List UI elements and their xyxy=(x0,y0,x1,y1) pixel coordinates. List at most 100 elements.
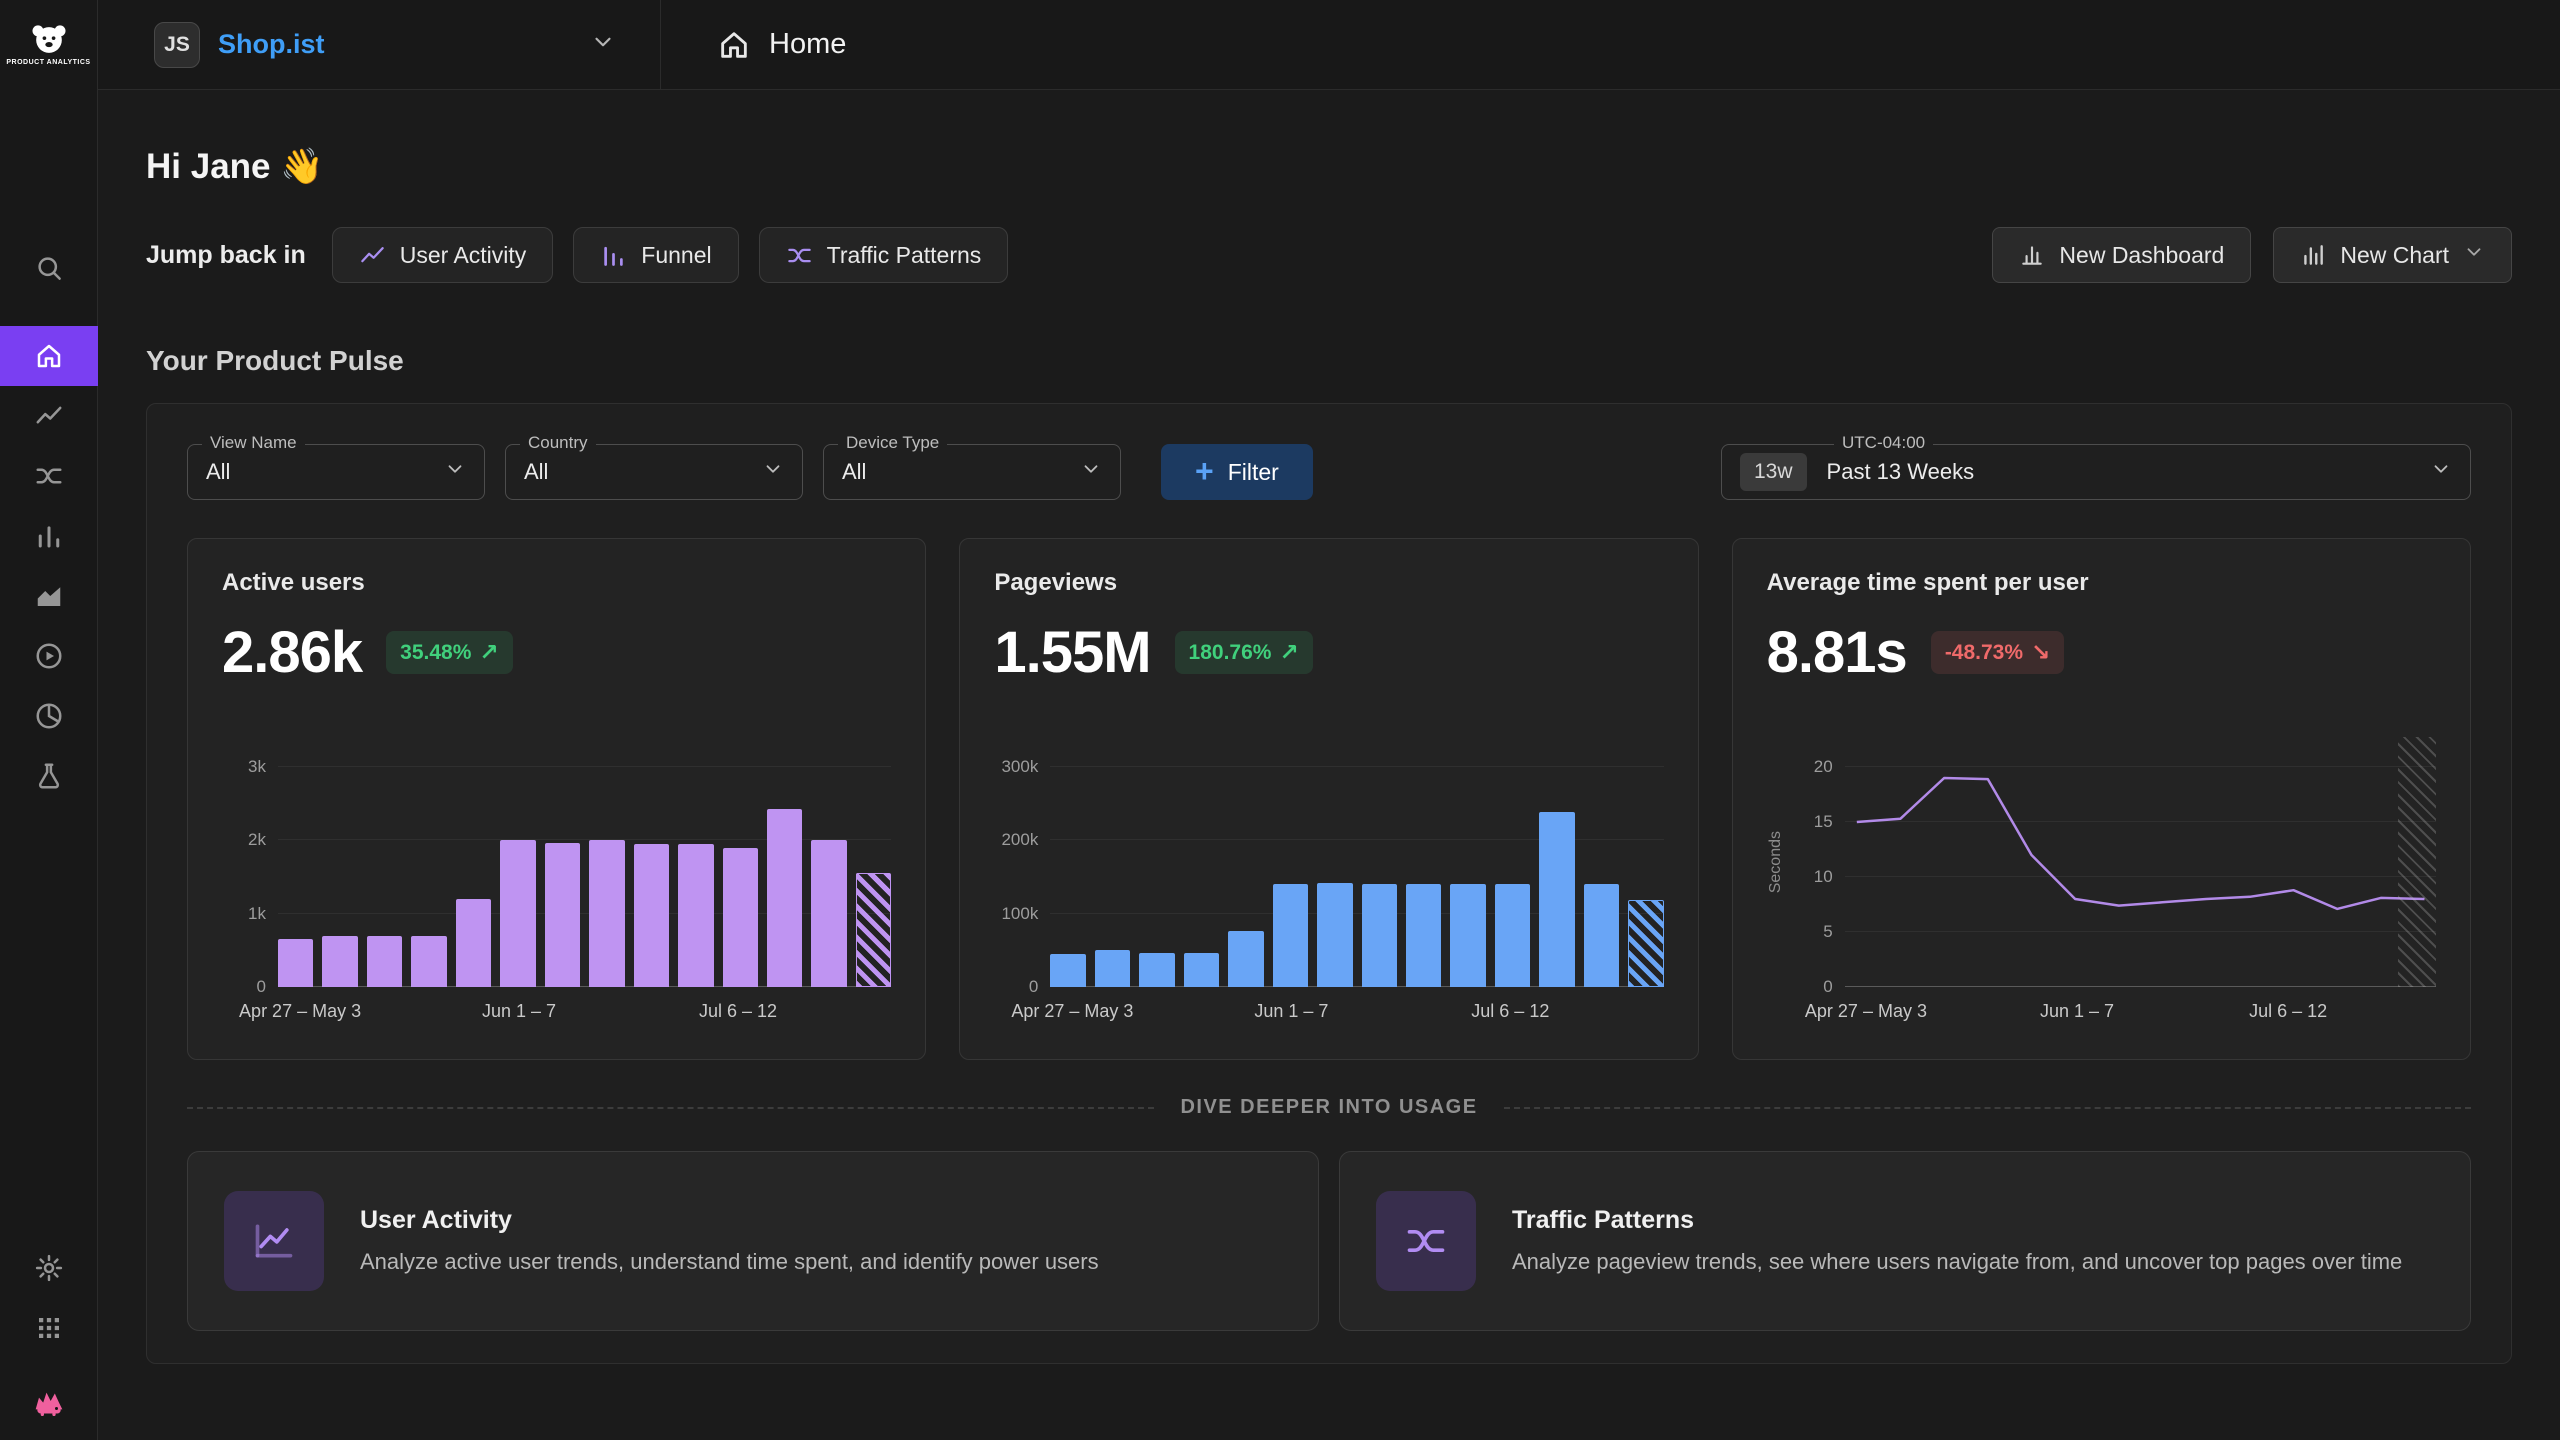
sidebar-item-recordings[interactable] xyxy=(0,626,98,686)
plus-icon: + xyxy=(1195,455,1214,487)
sidebar-item-bar-charts[interactable] xyxy=(0,506,98,566)
sidebar-apps-button[interactable] xyxy=(0,1298,98,1358)
metric-value: 1.55M xyxy=(994,619,1150,686)
bar xyxy=(1406,884,1441,987)
delta-badge: 180.76%↗ xyxy=(1175,631,1313,674)
pill-user-activity[interactable]: User Activity xyxy=(332,227,554,283)
delta-badge: 35.48%↗ xyxy=(386,631,513,674)
bar xyxy=(1273,884,1308,987)
bar xyxy=(278,939,313,987)
trend-up-arrow-icon: ↗ xyxy=(1279,639,1298,666)
date-range-select[interactable]: UTC-04:00 13w Past 13 Weeks xyxy=(1721,444,2471,500)
hedgehog-avatar-icon xyxy=(29,1381,69,1421)
project-badge: JS xyxy=(154,22,200,68)
new-dashboard-label: New Dashboard xyxy=(2059,242,2224,269)
line-series xyxy=(1845,737,2436,987)
bar xyxy=(367,936,402,987)
metric-card-avg-time[interactable]: Average time spent per user 8.81s -48.73… xyxy=(1732,538,2471,1060)
project-selector[interactable]: JS Shop.ist xyxy=(98,0,661,89)
chart-y-axis: 01k2k3k xyxy=(222,737,278,987)
home-icon xyxy=(34,341,64,371)
bar xyxy=(545,843,580,987)
chart-plot-area xyxy=(278,737,891,987)
country-select[interactable]: Country All xyxy=(505,444,803,500)
country-value: All xyxy=(524,459,548,485)
trend-up-arrow-icon: ↗ xyxy=(479,639,498,666)
bar xyxy=(322,936,357,987)
filter-row: View Name All Country All xyxy=(187,444,2471,500)
pie-chart-icon xyxy=(34,701,64,731)
chart-x-axis: Apr 27 – May 3Jun 1 – 7Jul 6 – 12 xyxy=(1050,987,1663,1029)
sidebar-item-trends[interactable] xyxy=(0,386,98,446)
section-title-product-pulse: Your Product Pulse xyxy=(146,345,2512,377)
new-chart-button[interactable]: New Chart xyxy=(2273,227,2512,283)
add-filter-label: Filter xyxy=(1228,459,1279,486)
add-filter-button[interactable]: + Filter xyxy=(1161,444,1313,500)
funnel-bars-icon xyxy=(600,242,627,269)
device-type-label: Device Type xyxy=(838,433,947,453)
pill-traffic-patterns[interactable]: Traffic Patterns xyxy=(759,227,1009,283)
chevron-down-icon xyxy=(590,29,616,60)
sidebar-item-paths[interactable] xyxy=(0,446,98,506)
sidebar-item-home[interactable] xyxy=(0,326,98,386)
nav-home[interactable]: Home xyxy=(661,0,902,89)
user-avatar[interactable] xyxy=(28,1380,70,1422)
metric-title: Pageviews xyxy=(994,569,1663,597)
sidebar-item-area-charts[interactable] xyxy=(0,566,98,626)
chart-plot-area xyxy=(1845,737,2436,987)
line-chart-icon xyxy=(34,401,64,431)
chart-x-axis: Apr 27 – May 3Jun 1 – 7Jul 6 – 12 xyxy=(1845,987,2436,1029)
product-analytics-logo[interactable]: PRODUCT ANALYTICS xyxy=(0,0,97,90)
sidebar-settings-button[interactable] xyxy=(0,1238,98,1298)
grid-apps-icon xyxy=(34,1313,64,1343)
jump-back-label: Jump back in xyxy=(146,241,306,270)
view-name-select[interactable]: View Name All xyxy=(187,444,485,500)
pill-funnel[interactable]: Funnel xyxy=(573,227,738,283)
card-user-activity[interactable]: User Activity Analyze active user trends… xyxy=(187,1151,1319,1331)
home-icon xyxy=(717,28,751,62)
play-icon xyxy=(34,641,64,671)
bar xyxy=(1362,884,1397,987)
product-pulse-panel: View Name All Country All xyxy=(146,403,2512,1364)
bar xyxy=(1050,954,1085,987)
icon-tile xyxy=(1376,1191,1476,1291)
chart-icon xyxy=(2300,242,2326,268)
metric-value: 8.81s xyxy=(1767,619,1907,686)
metric-title: Active users xyxy=(222,569,891,597)
bar xyxy=(411,936,446,987)
line-chart-icon xyxy=(252,1219,296,1263)
view-name-label: View Name xyxy=(202,433,305,453)
bar xyxy=(1184,953,1219,987)
chevron-down-icon xyxy=(762,458,784,486)
trend-down-arrow-icon: ↘ xyxy=(2031,639,2050,666)
chart-y-axis: 05101520 xyxy=(1789,737,1845,987)
greeting: Hi Jane 👋 xyxy=(146,146,2512,187)
sidebar-search-button[interactable] xyxy=(0,238,98,298)
metric-card-active-users[interactable]: Active users 2.86k 35.48%↗ 01k2k3k Apr 2… xyxy=(187,538,926,1060)
date-range-value: Past 13 Weeks xyxy=(1827,459,1975,485)
metric-title: Average time spent per user xyxy=(1767,569,2436,597)
bar xyxy=(1095,950,1130,987)
device-type-select[interactable]: Device Type All xyxy=(823,444,1121,500)
chevron-down-icon xyxy=(1080,458,1102,486)
new-dashboard-button[interactable]: New Dashboard xyxy=(1992,227,2251,283)
area-chart-icon xyxy=(34,581,64,611)
line-chart-icon xyxy=(359,242,386,269)
active-users-bar-chart: 01k2k3k Apr 27 – May 3Jun 1 – 7Jul 6 – 1… xyxy=(222,737,891,1029)
sidebar-item-pie-charts[interactable] xyxy=(0,686,98,746)
flask-icon xyxy=(34,761,64,791)
icon-tile xyxy=(224,1191,324,1291)
pill-label: Traffic Patterns xyxy=(827,242,982,269)
flow-paths-icon xyxy=(786,242,813,269)
divider-label: DIVE DEEPER INTO USAGE xyxy=(1180,1096,1477,1119)
flow-paths-icon xyxy=(1404,1219,1448,1263)
top-actions: New Dashboard New Chart xyxy=(1992,227,2512,283)
country-label: Country xyxy=(520,433,596,453)
sidebar-item-experiments[interactable] xyxy=(0,746,98,806)
metric-card-pageviews[interactable]: Pageviews 1.55M 180.76%↗ 0100k200k300k A… xyxy=(959,538,1698,1060)
card-traffic-patterns[interactable]: Traffic Patterns Analyze pageview trends… xyxy=(1339,1151,2471,1331)
dive-deeper-divider: DIVE DEEPER INTO USAGE xyxy=(187,1096,2471,1119)
topbar: JS Shop.ist Home xyxy=(98,0,2560,90)
bar-chart-icon xyxy=(34,521,64,551)
bar xyxy=(811,840,846,987)
